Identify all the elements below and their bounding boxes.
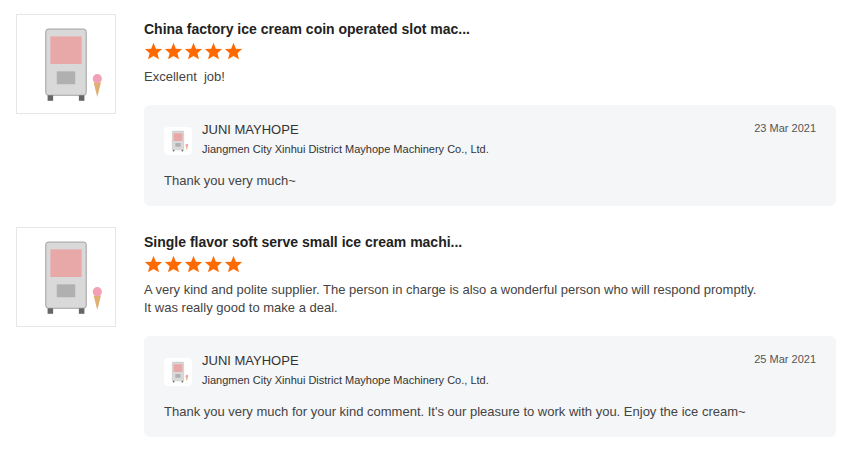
product-image-icon [20, 231, 112, 323]
star-icon [184, 255, 203, 273]
star-icon [184, 42, 203, 60]
star-icon [144, 42, 163, 60]
star-icon [204, 42, 223, 60]
product-image-icon [165, 128, 191, 154]
star-icon [224, 255, 243, 273]
review-text: Excellent job! [144, 68, 836, 86]
reply-header: JUNI MAYHOPE Jiangmen City Xinhui Distric… [164, 121, 816, 157]
supplier-company: Jiangmen City Xinhui District Mayhope Ma… [202, 142, 744, 157]
star-rating [144, 42, 836, 60]
product-image-icon [165, 359, 191, 385]
star-icon [164, 255, 183, 273]
reply-date: 25 Mar 2021 [754, 352, 816, 367]
star-icon [164, 42, 183, 60]
supplier-reply: JUNI MAYHOPE Jiangmen City Xinhui Distric… [144, 336, 836, 437]
product-title[interactable]: China factory ice cream coin operated sl… [144, 20, 836, 38]
star-rating [144, 255, 836, 273]
star-icon [224, 42, 243, 60]
supplier-info: JUNI MAYHOPE Jiangmen City Xinhui Distric… [202, 352, 744, 388]
reply-text: Thank you very much for your kind commen… [164, 403, 816, 421]
reply-text: Thank you very much~ [164, 172, 816, 190]
review-list: China factory ice cream coin operated sl… [0, 0, 847, 449]
supplier-avatar [164, 358, 192, 386]
star-icon [144, 255, 163, 273]
review-line: It was really good to make a deal. [144, 299, 836, 317]
supplier-reply: JUNI MAYHOPE Jiangmen City Xinhui Distric… [144, 105, 836, 206]
reply-date: 23 Mar 2021 [754, 121, 816, 136]
review-entry: China factory ice cream coin operated sl… [16, 14, 836, 206]
supplier-info: JUNI MAYHOPE Jiangmen City Xinhui Distric… [202, 121, 744, 157]
reply-header: JUNI MAYHOPE Jiangmen City Xinhui Distric… [164, 352, 816, 388]
review-text: A very kind and polite supplier. The per… [144, 281, 836, 317]
review-body: China factory ice cream coin operated sl… [144, 14, 836, 206]
supplier-name: JUNI MAYHOPE [202, 352, 744, 369]
review-line: A very kind and polite supplier. The per… [144, 281, 836, 299]
supplier-name: JUNI MAYHOPE [202, 121, 744, 138]
review-line: Excellent job! [144, 68, 836, 86]
star-icon [204, 255, 223, 273]
supplier-company: Jiangmen City Xinhui District Mayhope Ma… [202, 373, 744, 388]
product-thumbnail[interactable] [16, 227, 116, 327]
product-thumbnail[interactable] [16, 14, 116, 114]
supplier-avatar [164, 127, 192, 155]
review-body: Single flavor soft serve small ice cream… [144, 227, 836, 437]
product-title[interactable]: Single flavor soft serve small ice cream… [144, 233, 836, 251]
product-image-icon [20, 18, 112, 110]
review-entry: Single flavor soft serve small ice cream… [16, 227, 836, 437]
